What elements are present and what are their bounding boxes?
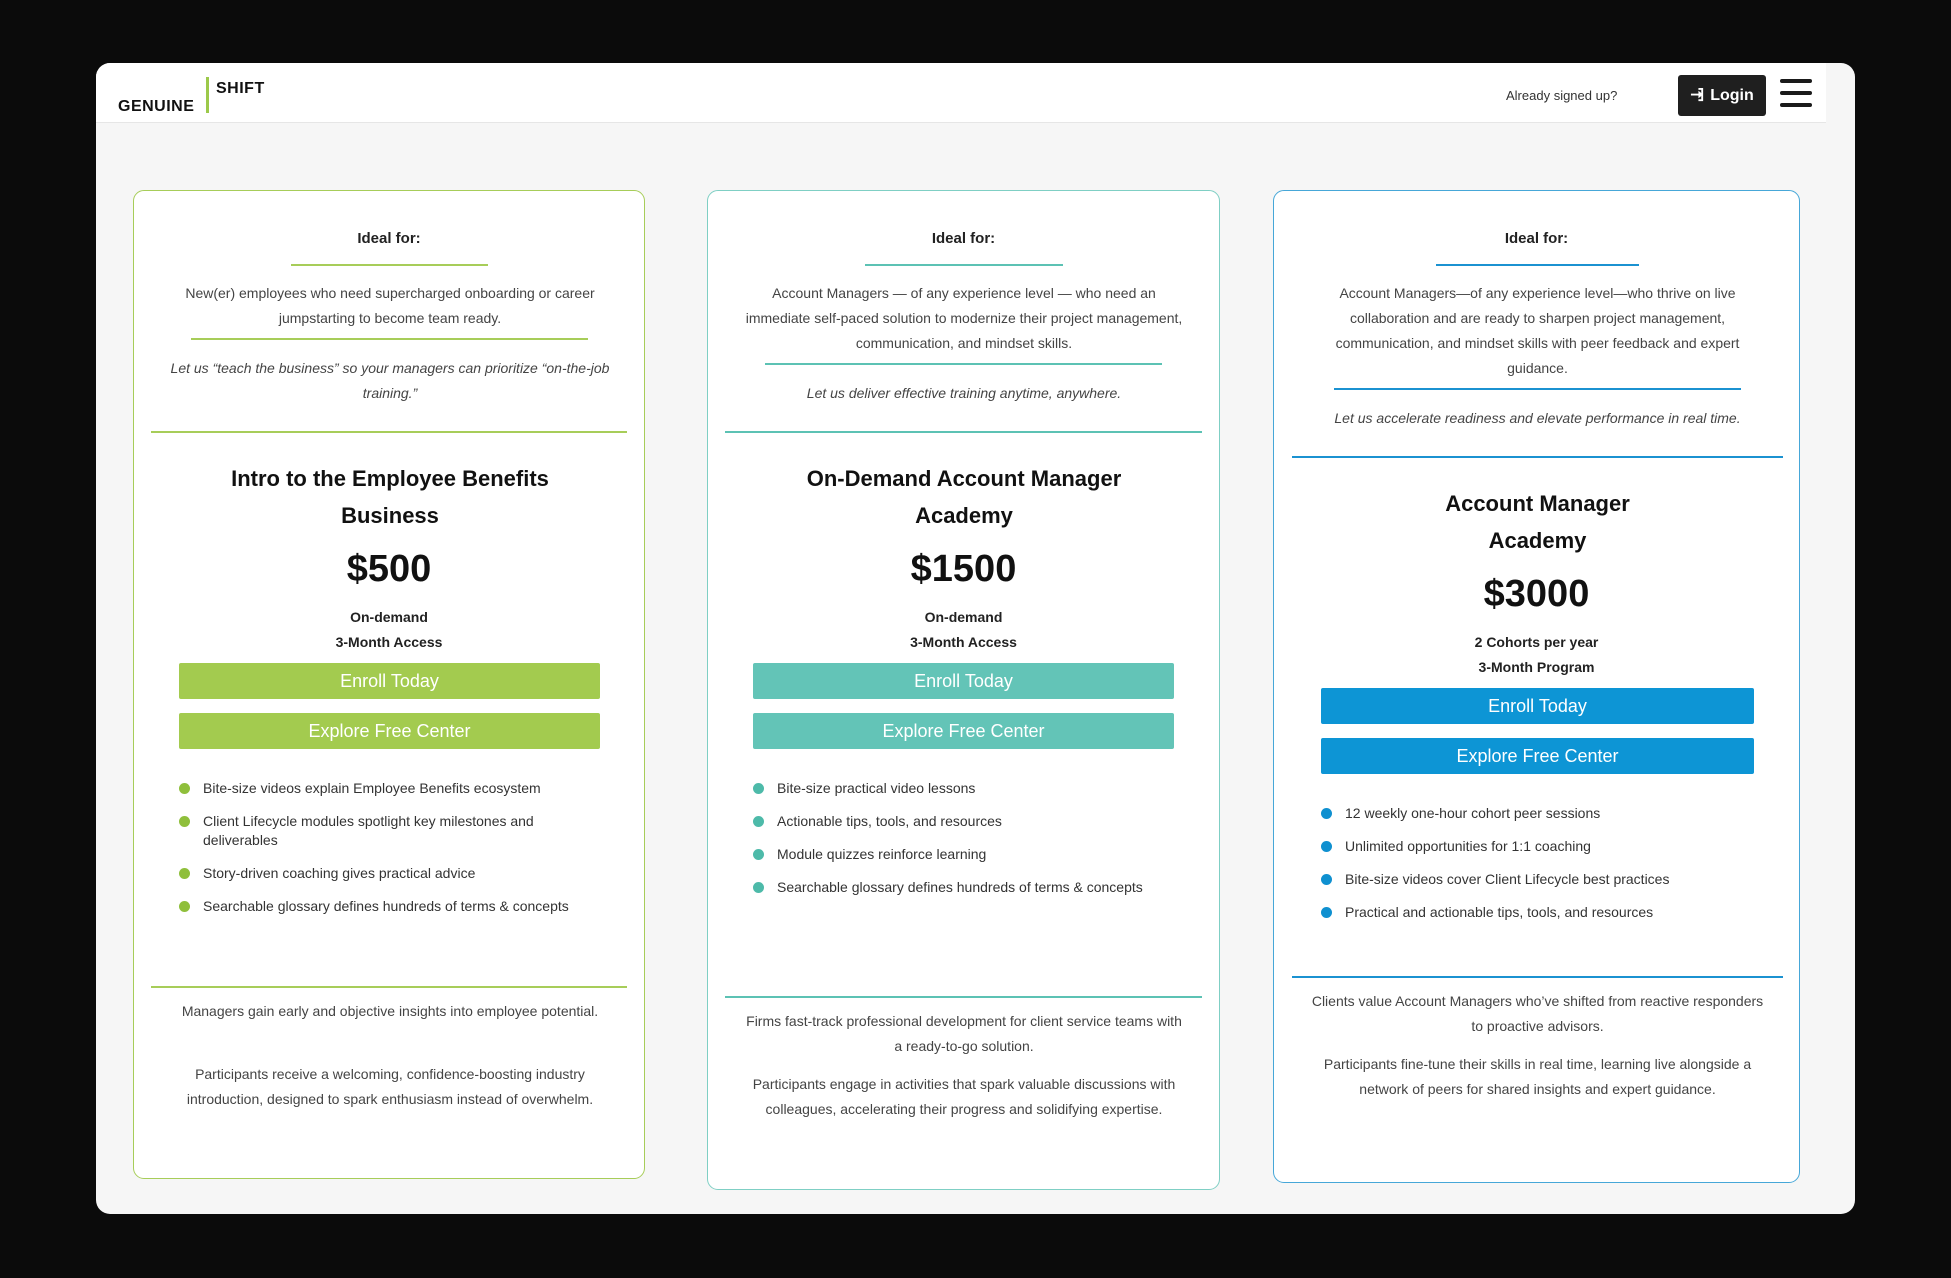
check-circle-icon (179, 868, 190, 879)
check-circle-icon (753, 849, 764, 860)
divider (1292, 976, 1783, 978)
feature-item: Unlimited opportunities for 1:1 coaching (1321, 837, 1761, 856)
feature-item: Story-driven coaching gives practical ad… (179, 864, 599, 883)
feature-item: Client Lifecycle modules spotlight key m… (179, 812, 599, 850)
check-circle-icon (753, 816, 764, 827)
tagline: Let us “teach the business” so your mana… (170, 360, 610, 401)
feature-item: Bite-size videos cover Client Lifecycle … (1321, 870, 1761, 889)
feature-list: Bite-size practical video lessons Action… (753, 779, 1173, 911)
plan-title: Intro to the Employee Benefits Business (231, 466, 549, 528)
feature-item: 12 weekly one-hour cohort peer sessions (1321, 804, 1761, 823)
ideal-for-label: Ideal for: (931, 230, 996, 247)
plan-cohorts: 2 Cohorts per year (1474, 634, 1599, 650)
explore-free-center-button[interactable]: Explore Free Center (1321, 738, 1754, 774)
top-navigation-bar: GENUINE SHIFT Already signed up? Login (96, 63, 1826, 123)
ideal-for-label: Ideal for: (357, 230, 421, 247)
divider (1436, 264, 1639, 266)
enroll-today-button[interactable]: Enroll Today (753, 663, 1174, 699)
ideal-for-label: Ideal for: (1504, 230, 1569, 247)
plan-title: On-Demand Account Manager Academy (806, 466, 1122, 528)
explore-free-center-button[interactable]: Explore Free Center (179, 713, 600, 749)
plan-access: 3-Month Access (335, 634, 443, 650)
plan-card-account-manager-academy: Ideal for: Account Managers—of any exper… (1273, 190, 1800, 1183)
check-circle-icon (1321, 907, 1332, 918)
check-circle-icon (1321, 808, 1332, 819)
plan-title: Account Manager Academy (1445, 491, 1630, 553)
divider (151, 986, 627, 988)
check-circle-icon (1321, 874, 1332, 885)
logo-divider (206, 77, 209, 113)
ideal-description: Account Managers — of any experience lev… (745, 285, 1183, 351)
plan-price: $3000 (1483, 573, 1590, 615)
login-label: Login (1710, 86, 1754, 104)
plan-card-on-demand-account-manager: Ideal for: Account Managers — of any exp… (707, 190, 1220, 1190)
tagline: Let us deliver effective training anytim… (806, 385, 1122, 401)
feature-item: Searchable glossary defines hundreds of … (179, 897, 599, 916)
feature-list: 12 weekly one-hour cohort peer sessions … (1321, 804, 1761, 936)
outcome-participants: Participants engage in activities that s… (752, 1076, 1176, 1117)
explore-free-center-button[interactable]: Explore Free Center (753, 713, 1174, 749)
ideal-description: Account Managers—of any experience level… (1335, 285, 1740, 376)
feature-item: Practical and actionable tips, tools, an… (1321, 903, 1761, 922)
divider (765, 363, 1162, 365)
check-circle-icon (1321, 841, 1332, 852)
browser-window: GENUINE SHIFT Already signed up? Login I… (96, 63, 1855, 1214)
plan-delivery: On-demand (924, 609, 1003, 625)
feature-list: Bite-size videos explain Employee Benefi… (179, 779, 599, 930)
plan-access: 3-Month Access (910, 634, 1017, 650)
outcome-participants: Participants receive a welcoming, confid… (186, 1066, 594, 1107)
hamburger-menu-icon[interactable] (1780, 79, 1812, 107)
check-circle-icon (179, 901, 190, 912)
outcome-firms: Firms fast-track professional developmen… (746, 1013, 1182, 1054)
divider (1292, 456, 1783, 458)
outcome-managers: Managers gain early and objective insigh… (181, 1003, 599, 1019)
logo-genuine-text: GENUINE (118, 98, 195, 115)
plan-delivery: On-demand (350, 609, 428, 625)
check-circle-icon (753, 783, 764, 794)
feature-item: Bite-size practical video lessons (753, 779, 1173, 798)
divider (865, 264, 1063, 266)
logo-shift-text: SHIFT (216, 80, 265, 97)
plan-price: $1500 (910, 548, 1017, 590)
feature-item: Bite-size videos explain Employee Benefi… (179, 779, 599, 798)
feature-item: Searchable glossary defines hundreds of … (753, 878, 1173, 897)
plan-price: $500 (346, 548, 432, 590)
outcome-participants: Participants fine-tune their skills in r… (1323, 1056, 1752, 1097)
sign-in-icon (1690, 87, 1705, 105)
enroll-today-button[interactable]: Enroll Today (1321, 688, 1754, 724)
divider (191, 338, 588, 340)
check-circle-icon (753, 882, 764, 893)
feature-item: Actionable tips, tools, and resources (753, 812, 1173, 831)
login-button[interactable]: Login (1678, 75, 1766, 116)
outcome-clients: Clients value Account Managers who’ve sh… (1311, 993, 1764, 1034)
tagline: Let us accelerate readiness and elevate … (1334, 410, 1741, 426)
already-signed-up-text: Already signed up? (1506, 88, 1618, 103)
feature-item: Module quizzes reinforce learning (753, 845, 1173, 864)
divider (151, 431, 627, 433)
plan-program: 3-Month Program (1478, 659, 1595, 675)
divider (725, 431, 1202, 433)
divider (725, 996, 1202, 998)
ideal-description: New(er) employees who need supercharged … (185, 285, 595, 326)
enroll-today-button[interactable]: Enroll Today (179, 663, 600, 699)
divider (1334, 388, 1741, 390)
check-circle-icon (179, 783, 190, 794)
divider (291, 264, 488, 266)
plan-card-intro-employee-benefits: Ideal for: New(er) employees who need su… (133, 190, 645, 1179)
check-circle-icon (179, 816, 190, 827)
